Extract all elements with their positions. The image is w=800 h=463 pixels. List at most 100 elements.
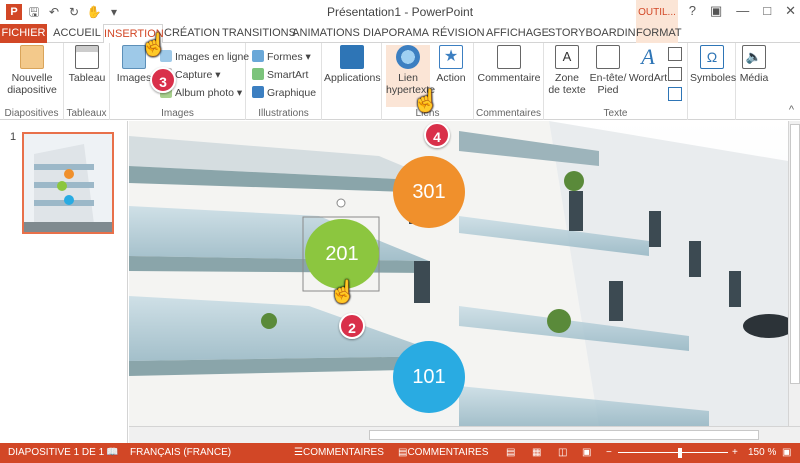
new-slide-button[interactable]: Nouvelle diapositive <box>4 45 60 96</box>
minimize-icon[interactable]: — <box>736 3 749 19</box>
action-button[interactable]: ★ Action <box>432 45 470 84</box>
reading-view-icon[interactable]: ◫ <box>558 443 567 463</box>
pointer-hand-icon: ☝ <box>140 32 168 57</box>
comment-button[interactable]: Commentaire <box>476 45 542 84</box>
group-label: Diapositives <box>4 108 59 119</box>
spellcheck-icon[interactable]: 📖 <box>106 443 118 463</box>
tab-design[interactable]: CRÉATION <box>164 24 220 43</box>
shapes-icon <box>252 50 264 62</box>
document-title: Présentation1 - PowerPoint <box>326 5 474 19</box>
chart-icon <box>252 86 264 98</box>
slide-number: 1 <box>10 131 17 143</box>
group-label: Tableaux <box>66 108 107 119</box>
table-button[interactable]: Tableau <box>68 45 106 84</box>
step-badge-2: 2 <box>339 313 365 339</box>
ribbon-tabs: FICHIER ACCUEIL INSERTION CRÉATION TRANS… <box>0 24 800 44</box>
date-time-icon[interactable] <box>668 47 682 61</box>
horizontal-scroll-thumb[interactable] <box>369 430 759 440</box>
tab-view[interactable]: AFFICHAGE <box>486 24 549 43</box>
new-slide-icon <box>20 45 44 69</box>
status-bar: DIAPOSITIVE 1 DE 1 📖 FRANÇAIS (FRANCE) ☰… <box>0 443 800 463</box>
circle-301[interactable]: 301 <box>393 156 465 228</box>
slideshow-view-icon[interactable]: ▣ <box>582 443 591 463</box>
save-icon[interactable]: 🖫 <box>26 4 42 20</box>
group-apps: Applications <box>322 43 382 120</box>
star-icon: ★ <box>439 45 463 69</box>
quick-access-toolbar: P 🖫 ↶ ↻ ✋ ▾ <box>6 4 122 20</box>
tab-file[interactable]: FICHIER <box>0 24 47 43</box>
close-icon[interactable]: ✕ <box>785 3 796 19</box>
group-symbols: Ω Symboles <box>688 43 736 120</box>
smartart-icon <box>252 68 264 80</box>
header-footer-button[interactable]: En-tête/ Pied <box>588 45 628 96</box>
powerpoint-icon[interactable]: P <box>6 4 22 20</box>
tab-review[interactable]: RÉVISION <box>432 24 485 43</box>
tab-storyboarding[interactable]: STORYBOARDING <box>548 24 644 43</box>
slide-thumbnail[interactable] <box>22 132 114 234</box>
tab-home[interactable]: ACCUEIL <box>52 24 102 43</box>
shapes-button[interactable]: Formes ▾ <box>252 49 311 65</box>
store-icon <box>340 45 364 69</box>
fit-slide-icon[interactable]: ▣ <box>782 443 791 463</box>
normal-view-icon[interactable]: ▤ <box>506 443 515 463</box>
maximize-icon[interactable]: □ <box>763 3 771 19</box>
title-bar: P 🖫 ↶ ↻ ✋ ▾ Présentation1 - PowerPoint O… <box>0 0 800 24</box>
undo-icon[interactable]: ↶ <box>46 4 62 20</box>
comments-button[interactable]: ▤ COMMENTAIRES <box>398 443 488 463</box>
group-label: Commentaires <box>475 108 542 119</box>
slide-sorter-icon[interactable]: ▦ <box>532 443 541 463</box>
group-label: Images <box>161 108 194 119</box>
vertical-scrollbar[interactable] <box>788 121 800 426</box>
customize-icon[interactable]: ▾ <box>106 4 122 20</box>
apps-button[interactable]: Applications <box>324 45 381 84</box>
symbols-button[interactable]: Ω Symboles <box>690 45 736 84</box>
pointer-hand-icon: ☝ <box>329 279 357 304</box>
smartart-button[interactable]: SmartArt <box>252 67 308 83</box>
zoom-slider[interactable] <box>618 452 728 453</box>
zoom-slider-handle[interactable] <box>678 448 682 458</box>
zoom-level[interactable]: 150 % <box>748 443 776 463</box>
collapse-ribbon-icon[interactable]: ^ <box>789 104 794 116</box>
textbox-button[interactable]: A Zone de texte <box>546 45 588 96</box>
slide-number-icon[interactable] <box>668 67 682 81</box>
notes-button[interactable]: ☰ COMMENTAIRES <box>294 443 384 463</box>
vertical-scroll-thumb[interactable] <box>790 124 800 384</box>
online-images-button[interactable]: Images en ligne <box>160 49 249 65</box>
textbox-icon: A <box>555 45 579 69</box>
group-slides: Nouvelle diapositive Diapositives <box>0 43 64 120</box>
circle-101[interactable]: 101 <box>393 341 465 413</box>
wordart-icon: A <box>641 44 655 69</box>
tab-format[interactable]: FORMAT <box>636 24 682 43</box>
slide-canvas[interactable]: 301 201 101 ☝ 2 <box>129 121 788 426</box>
group-illustrations: Formes ▾ SmartArt Graphique Illustration… <box>246 43 322 120</box>
horizontal-scrollbar[interactable] <box>129 426 800 443</box>
tab-transitions[interactable]: TRANSITIONS <box>222 24 296 43</box>
step-badge-3: 3 <box>150 67 176 93</box>
omega-icon: Ω <box>700 45 724 69</box>
window-controls: ? ▣ — □ ✕ <box>689 3 796 19</box>
group-tables: Tableau Tableaux <box>64 43 110 120</box>
help-icon[interactable]: ? <box>689 3 696 19</box>
contextual-tab-group: OUTIL... <box>636 0 678 24</box>
slide-indicator: DIAPOSITIVE 1 DE 1 <box>8 447 105 458</box>
wordart-button[interactable]: A WordArt <box>628 44 668 85</box>
language-indicator[interactable]: FRANÇAIS (FRANCE) <box>130 443 231 463</box>
pointer-hand-icon: ☝ <box>412 88 440 113</box>
group-label: Texte <box>603 108 628 119</box>
object-icon[interactable] <box>668 87 682 101</box>
media-button[interactable]: 🔈 Média <box>736 45 772 84</box>
redo-icon[interactable]: ↻ <box>66 4 82 20</box>
comment-icon <box>497 45 521 69</box>
chart-button[interactable]: Graphique <box>252 85 316 101</box>
tab-animations[interactable]: ANIMATIONS <box>292 24 360 43</box>
header-footer-icon <box>596 45 620 69</box>
group-media: 🔈 Média <box>736 43 774 120</box>
group-text: A Zone de texte En-tête/ Pied A WordArt … <box>544 43 688 120</box>
zoom-out-button[interactable]: − <box>606 443 612 463</box>
tab-slideshow[interactable]: DIAPORAMA <box>363 24 429 43</box>
speaker-icon: 🔈 <box>742 45 766 69</box>
touch-icon[interactable]: ✋ <box>86 4 102 20</box>
ribbon-options-icon[interactable]: ▣ <box>710 3 722 19</box>
zoom-in-button[interactable]: + <box>732 443 738 463</box>
slide-thumbnail-image <box>24 134 112 232</box>
